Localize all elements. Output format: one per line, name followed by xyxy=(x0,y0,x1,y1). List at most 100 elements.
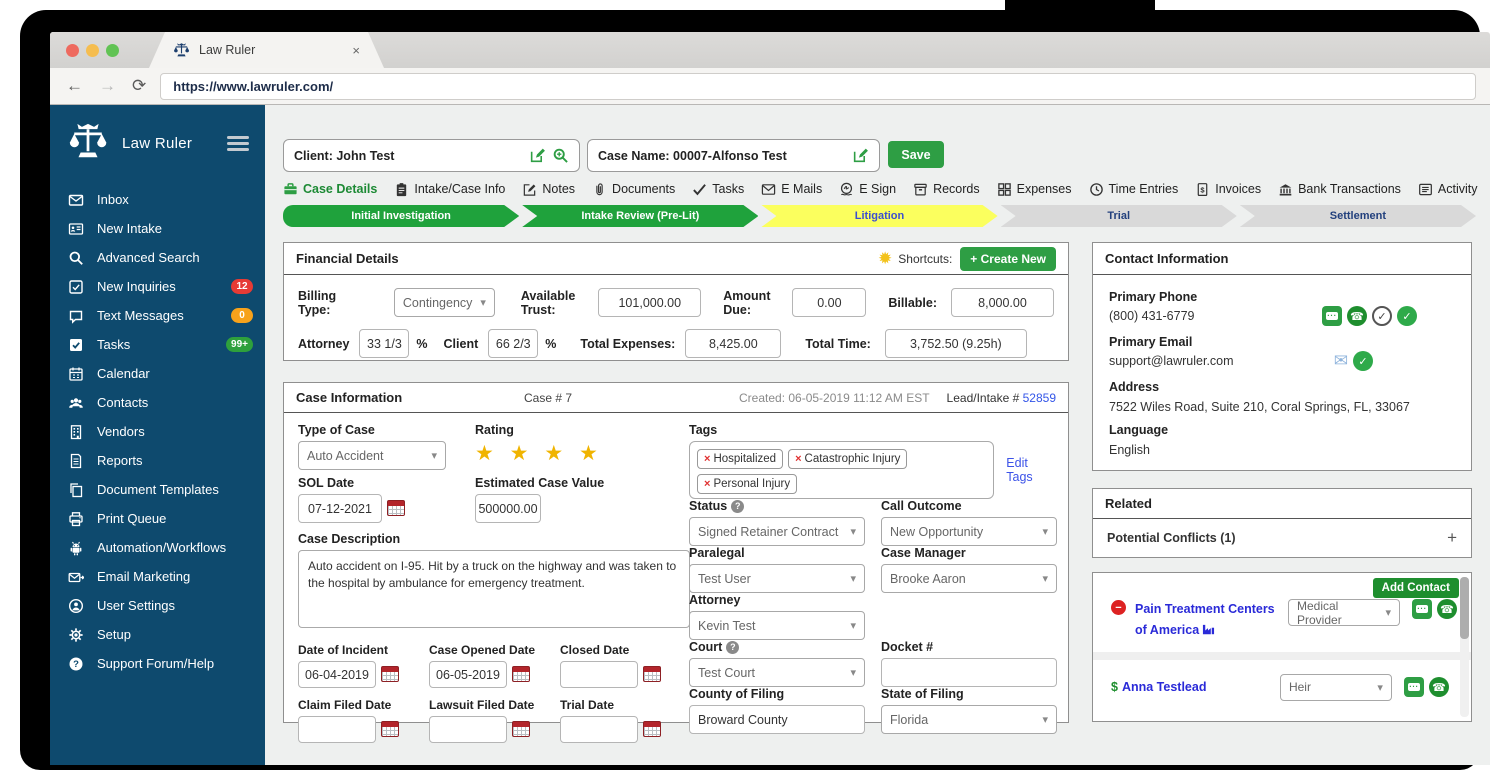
calendar-picker-icon[interactable] xyxy=(381,721,399,737)
client-pct-input[interactable] xyxy=(488,329,538,358)
tab-emails[interactable]: E Mails xyxy=(761,182,822,197)
forward-icon[interactable]: → xyxy=(99,76,116,96)
court-select[interactable]: Test Court▾ xyxy=(689,658,865,687)
tab-tasks[interactable]: Tasks xyxy=(692,182,744,197)
verified-check-icon[interactable]: ✓ xyxy=(1353,351,1373,371)
tab-intake-case-info[interactable]: Intake/Case Info xyxy=(394,182,505,197)
url-bar[interactable]: https://www.lawruler.com/ xyxy=(160,73,1476,100)
tag-chip[interactable]: ×Catastrophic Injury xyxy=(788,449,907,469)
calendar-picker-icon[interactable] xyxy=(387,500,405,516)
state-of-filing-select[interactable]: Florida▾ xyxy=(881,705,1057,734)
tab-esign[interactable]: E Sign xyxy=(839,182,896,197)
county-of-filing-input[interactable] xyxy=(689,705,865,734)
tab-invoices[interactable]: $ Invoices xyxy=(1195,182,1261,197)
tag-chip[interactable]: ×Hospitalized xyxy=(697,449,783,469)
type-of-case-select[interactable]: Auto Accident ▾ xyxy=(298,441,446,470)
sidebar-item-vendors[interactable]: Vendors xyxy=(50,417,265,446)
stage-settlement[interactable]: Settlement xyxy=(1240,205,1476,227)
sms-icon[interactable]: ··· xyxy=(1404,677,1424,697)
sidebar-item-inbox[interactable]: Inbox xyxy=(50,185,265,214)
rating-stars[interactable]: ★ ★ ★ ★ xyxy=(475,441,603,467)
tags-container[interactable]: ×Hospitalized ×Catastrophic Injury ×Pers… xyxy=(689,441,994,499)
calendar-picker-icon[interactable] xyxy=(512,721,530,737)
call-phone-icon[interactable]: ☎ xyxy=(1437,599,1457,619)
call-phone-icon[interactable]: ☎ xyxy=(1429,677,1449,697)
court-help-icon[interactable]: ? xyxy=(726,641,739,654)
contact-name-link[interactable]: Pain Treatment Centers of America xyxy=(1135,599,1288,642)
docket-input[interactable] xyxy=(881,658,1057,687)
sidebar-item-support-help[interactable]: ? Support Forum/Help xyxy=(50,649,265,678)
case-opened-date-input[interactable] xyxy=(429,661,507,688)
send-email-icon[interactable]: ✉ xyxy=(1334,351,1348,371)
estimated-case-value-input[interactable] xyxy=(475,494,541,523)
billable-input[interactable] xyxy=(951,288,1054,317)
sidebar-item-automation-workflows[interactable]: Automation/Workflows xyxy=(50,533,265,562)
sidebar-item-print-queue[interactable]: Print Queue xyxy=(50,504,265,533)
attorney-select[interactable]: Kevin Test▾ xyxy=(689,611,865,640)
hamburger-menu-icon[interactable] xyxy=(227,136,249,151)
calendar-picker-icon[interactable] xyxy=(643,666,661,682)
remove-tag-icon[interactable]: × xyxy=(704,453,710,465)
closed-date-input[interactable] xyxy=(560,661,638,688)
sidebar-item-new-intake[interactable]: New Intake xyxy=(50,214,265,243)
tab-records[interactable]: Records xyxy=(913,182,980,197)
contact-role-select[interactable]: Medical Provider▾ xyxy=(1288,599,1400,626)
sidebar-item-advanced-search[interactable]: Advanced Search xyxy=(50,243,265,272)
create-new-button[interactable]: + Create New xyxy=(960,247,1056,271)
trial-date-input[interactable] xyxy=(560,716,638,743)
sidebar-item-reports[interactable]: Reports xyxy=(50,446,265,475)
date-of-incident-input[interactable] xyxy=(298,661,376,688)
sidebar-item-setup[interactable]: Setup xyxy=(50,620,265,649)
sidebar-item-document-templates[interactable]: Document Templates xyxy=(50,475,265,504)
stage-trial[interactable]: Trial xyxy=(1001,205,1237,227)
sidebar-item-new-inquiries[interactable]: New Inquiries 12 xyxy=(50,272,265,301)
calendar-picker-icon[interactable] xyxy=(381,666,399,682)
verified-check-icon[interactable]: ✓ xyxy=(1397,306,1417,326)
contact-role-select[interactable]: Heir▾ xyxy=(1280,674,1392,701)
edit-case-name-icon[interactable] xyxy=(852,147,869,164)
sidebar-item-tasks[interactable]: Tasks 99+ xyxy=(50,330,265,359)
zoom-window-button[interactable] xyxy=(106,44,119,57)
call-phone-icon[interactable]: ☎ xyxy=(1347,306,1367,326)
add-contact-button[interactable]: Add Contact xyxy=(1373,578,1459,598)
client-field[interactable]: Client: John Test xyxy=(283,139,580,172)
calendar-picker-icon[interactable] xyxy=(512,666,530,682)
sidebar-item-user-settings[interactable]: User Settings xyxy=(50,591,265,620)
back-icon[interactable]: ← xyxy=(66,76,83,96)
sms-icon[interactable]: ··· xyxy=(1412,599,1432,619)
tab-bank-transactions[interactable]: Bank Transactions xyxy=(1278,182,1401,197)
edit-tags-link[interactable]: Edit Tags xyxy=(1006,456,1057,484)
tab-case-details[interactable]: Case Details xyxy=(283,182,377,197)
tab-notes[interactable]: Notes xyxy=(522,182,575,197)
minimize-window-button[interactable] xyxy=(86,44,99,57)
stage-intake-review[interactable]: Intake Review (Pre-Lit) xyxy=(522,205,758,227)
contacts-scrollbar[interactable] xyxy=(1460,577,1469,717)
stage-initial-investigation[interactable]: Initial Investigation xyxy=(283,205,519,227)
amount-due-input[interactable] xyxy=(792,288,866,317)
sidebar-item-contacts[interactable]: Contacts xyxy=(50,388,265,417)
case-description-textarea[interactable]: Auto accident on I-95. Hit by a truck on… xyxy=(298,550,690,628)
potential-conflicts-row[interactable]: Potential Conflicts (1) + xyxy=(1093,519,1471,556)
contact-name-link[interactable]: Anna Testlead xyxy=(1122,680,1280,695)
call-outcome-select[interactable]: New Opportunity▾ xyxy=(881,517,1057,546)
tab-close-icon[interactable]: × xyxy=(352,43,360,58)
tab-time-entries[interactable]: Time Entries xyxy=(1089,182,1179,197)
reload-icon[interactable]: ⟳ xyxy=(132,76,146,96)
status-help-icon[interactable]: ? xyxy=(731,500,744,513)
sidebar-item-calendar[interactable]: Calendar xyxy=(50,359,265,388)
total-time-input[interactable] xyxy=(885,329,1027,358)
save-button[interactable]: Save xyxy=(888,141,944,168)
remove-tag-icon[interactable]: × xyxy=(795,453,801,465)
scrollbar-thumb[interactable] xyxy=(1460,577,1469,639)
search-client-icon[interactable] xyxy=(552,147,569,164)
edit-client-icon[interactable] xyxy=(529,147,546,164)
expand-plus-icon[interactable]: + xyxy=(1447,528,1457,548)
tab-documents[interactable]: Documents xyxy=(592,182,675,197)
claim-filed-date-input[interactable] xyxy=(298,716,376,743)
remove-contact-icon[interactable]: − xyxy=(1111,600,1126,615)
tab-activity[interactable]: Activity xyxy=(1418,182,1478,197)
calendar-picker-icon[interactable] xyxy=(643,721,661,737)
total-expenses-input[interactable] xyxy=(685,329,781,358)
remove-tag-icon[interactable]: × xyxy=(704,478,710,490)
attorney-pct-input[interactable] xyxy=(359,329,409,358)
